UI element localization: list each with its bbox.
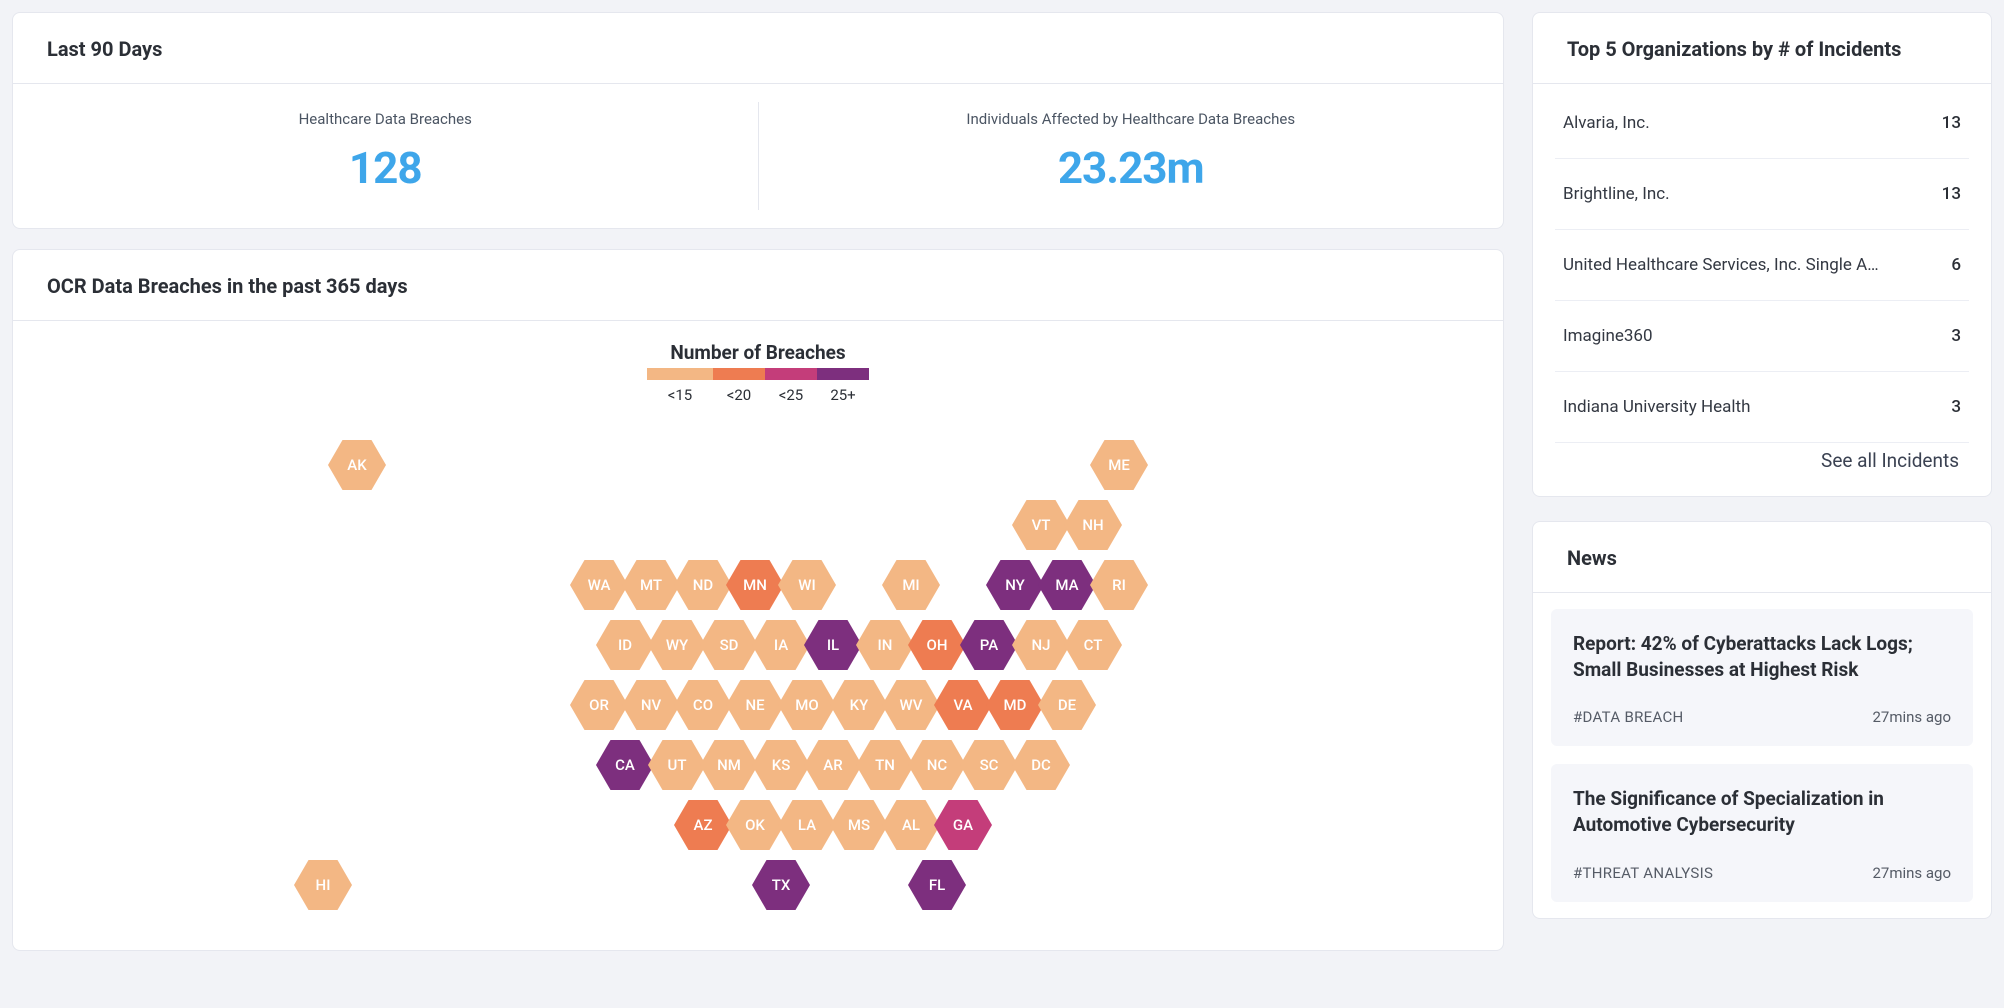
kpi-breaches: Healthcare Data Breaches 128 <box>13 84 758 228</box>
org-row[interactable]: Brightline, Inc. 13 <box>1555 159 1969 230</box>
legend-title: Number of Breaches <box>23 341 1493 364</box>
org-row[interactable]: United Healthcare Services, Inc. Single … <box>1555 230 1969 301</box>
state-hex-az[interactable]: AZ <box>674 800 732 850</box>
legend-labels: <15 <20 <25 25+ <box>647 386 869 404</box>
kpi-label: Healthcare Data Breaches <box>299 110 472 128</box>
kpi-individuals: Individuals Affected by Healthcare Data … <box>758 102 1504 210</box>
state-hex-la[interactable]: LA <box>778 800 836 850</box>
top-orgs-title: Top 5 Organizations by # of Incidents <box>1533 13 1991 84</box>
org-count: 13 <box>1942 184 1961 204</box>
news-item-title: Report: 42% of Cyberattacks Lack Logs; S… <box>1573 631 1951 682</box>
state-hex-ut[interactable]: UT <box>648 740 706 790</box>
kpi-value: 128 <box>349 142 422 194</box>
news-item-age: 27mins ago <box>1872 864 1951 882</box>
org-name: Imagine360 <box>1563 326 1653 346</box>
state-hex-nc[interactable]: NC <box>908 740 966 790</box>
news-title: News <box>1533 522 1991 593</box>
state-hex-nd[interactable]: ND <box>674 560 732 610</box>
org-name: United Healthcare Services, Inc. Single … <box>1563 255 1893 275</box>
state-hex-ak[interactable]: AK <box>328 440 386 490</box>
state-hex-ne[interactable]: NE <box>726 680 784 730</box>
map-card: OCR Data Breaches in the past 365 days N… <box>12 249 1504 951</box>
state-hex-tn[interactable]: TN <box>856 740 914 790</box>
state-hex-il[interactable]: IL <box>804 620 862 670</box>
legend-swatches <box>647 368 869 380</box>
state-hex-in[interactable]: IN <box>856 620 914 670</box>
state-hex-md[interactable]: MD <box>986 680 1044 730</box>
state-hex-ca[interactable]: CA <box>596 740 654 790</box>
state-hex-sd[interactable]: SD <box>700 620 758 670</box>
state-hex-nv[interactable]: NV <box>622 680 680 730</box>
state-hex-nm[interactable]: NM <box>700 740 758 790</box>
state-hex-dc[interactable]: DC <box>1012 740 1070 790</box>
news-item-tag: #DATA BREACH <box>1573 708 1684 726</box>
org-row[interactable]: Indiana University Health 3 <box>1555 372 1969 443</box>
top-orgs-card: Top 5 Organizations by # of Incidents Al… <box>1532 12 1992 497</box>
state-hex-oh[interactable]: OH <box>908 620 966 670</box>
news-item-tag: #THREAT ANALYSIS <box>1573 864 1713 882</box>
news-item[interactable]: The Significance of Specialization in Au… <box>1551 764 1973 901</box>
state-hex-ma[interactable]: MA <box>1038 560 1096 610</box>
state-hex-ia[interactable]: IA <box>752 620 810 670</box>
state-hex-sc[interactable]: SC <box>960 740 1018 790</box>
state-hex-al[interactable]: AL <box>882 800 940 850</box>
state-hex-tx[interactable]: TX <box>752 860 810 910</box>
org-count: 3 <box>1951 326 1961 346</box>
news-item-age: 27mins ago <box>1872 708 1951 726</box>
state-hex-ar[interactable]: AR <box>804 740 862 790</box>
state-hex-mi[interactable]: MI <box>882 560 940 610</box>
org-name: Alvaria, Inc. <box>1563 113 1650 133</box>
last-90-days-card: Last 90 Days Healthcare Data Breaches 12… <box>12 12 1504 229</box>
state-hex-mn[interactable]: MN <box>726 560 784 610</box>
org-row[interactable]: Alvaria, Inc. 13 <box>1555 88 1969 159</box>
state-hex-or[interactable]: OR <box>570 680 628 730</box>
state-hex-wa[interactable]: WA <box>570 560 628 610</box>
last-90-title: Last 90 Days <box>13 13 1503 84</box>
hex-map: AK ME VTNH WAMTNDMNWI MI NYMARI IDWYSDIAILINOH… <box>318 410 1198 910</box>
org-name: Brightline, Inc. <box>1563 184 1670 204</box>
news-card: News Report: 42% of Cyberattacks Lack Lo… <box>1532 521 1992 919</box>
org-count: 13 <box>1942 113 1961 133</box>
state-hex-mt[interactable]: MT <box>622 560 680 610</box>
org-name: Indiana University Health <box>1563 397 1750 417</box>
org-count: 6 <box>1951 255 1961 275</box>
org-row[interactable]: Imagine360 3 <box>1555 301 1969 372</box>
state-hex-nh[interactable]: NH <box>1064 500 1122 550</box>
state-hex-wy[interactable]: WY <box>648 620 706 670</box>
state-hex-wv[interactable]: WV <box>882 680 940 730</box>
state-hex-ga[interactable]: GA <box>934 800 992 850</box>
state-hex-va[interactable]: VA <box>934 680 992 730</box>
state-hex-ny[interactable]: NY <box>986 560 1044 610</box>
state-hex-ks[interactable]: KS <box>752 740 810 790</box>
news-item-title: The Significance of Specialization in Au… <box>1573 786 1951 837</box>
state-hex-ms[interactable]: MS <box>830 800 888 850</box>
state-hex-nj[interactable]: NJ <box>1012 620 1070 670</box>
state-hex-pa[interactable]: PA <box>960 620 1018 670</box>
state-hex-ri[interactable]: RI <box>1090 560 1148 610</box>
state-hex-mo[interactable]: MO <box>778 680 836 730</box>
kpi-label: Individuals Affected by Healthcare Data … <box>966 110 1295 128</box>
state-hex-de[interactable]: DE <box>1038 680 1096 730</box>
state-hex-wi[interactable]: WI <box>778 560 836 610</box>
map-legend: Number of Breaches <15 <20 <25 25+ <box>23 341 1493 404</box>
state-hex-hi[interactable]: HI <box>294 860 352 910</box>
state-hex-ky[interactable]: KY <box>830 680 888 730</box>
state-hex-ok[interactable]: OK <box>726 800 784 850</box>
see-all-incidents-link[interactable]: See all Incidents <box>1821 449 1959 472</box>
news-item[interactable]: Report: 42% of Cyberattacks Lack Logs; S… <box>1551 609 1973 746</box>
state-hex-vt[interactable]: VT <box>1012 500 1070 550</box>
map-title: OCR Data Breaches in the past 365 days <box>13 250 1503 321</box>
state-hex-fl[interactable]: FL <box>908 860 966 910</box>
state-hex-ct[interactable]: CT <box>1064 620 1122 670</box>
state-hex-co[interactable]: CO <box>674 680 732 730</box>
state-hex-me[interactable]: ME <box>1090 440 1148 490</box>
kpi-value: 23.23m <box>1058 142 1204 194</box>
state-hex-id[interactable]: ID <box>596 620 654 670</box>
org-count: 3 <box>1951 397 1961 417</box>
